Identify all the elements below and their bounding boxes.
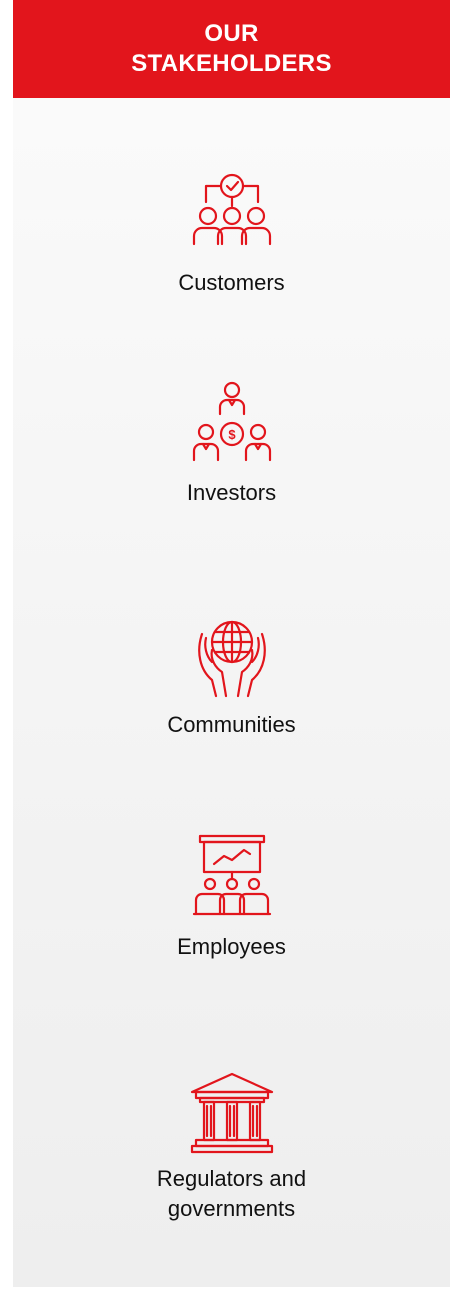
- page-title: OUR STAKEHOLDERS: [131, 20, 332, 77]
- stakeholder-label: Investors: [186, 480, 277, 505]
- stakeholder-item-investors: $ Investors: [13, 380, 450, 508]
- stakeholder-label: Customers: [178, 270, 285, 295]
- svg-text:$: $: [228, 427, 236, 442]
- investors-icon: $: [192, 381, 271, 462]
- stakeholder-label: Regulators and governments: [156, 1166, 307, 1221]
- stakeholder-item-regulators: Regulators and governments: [13, 1070, 450, 1224]
- employees-icon: [192, 834, 271, 916]
- header-banner: OUR STAKEHOLDERS: [13, 0, 450, 98]
- regulators-icon: [190, 1072, 273, 1154]
- customers-icon: [192, 173, 271, 246]
- stakeholder-item-customers: Customers: [13, 170, 450, 298]
- stakeholder-label: Employees: [177, 934, 286, 959]
- communities-icon: [197, 620, 266, 698]
- stakeholder-item-employees: Employees: [13, 832, 450, 962]
- stakeholder-item-communities: Communities: [13, 612, 450, 740]
- stakeholders-panel: OUR STAKEHOLDERS Customers $ Investors C…: [13, 0, 450, 1287]
- stakeholder-label: Communities: [167, 712, 296, 737]
